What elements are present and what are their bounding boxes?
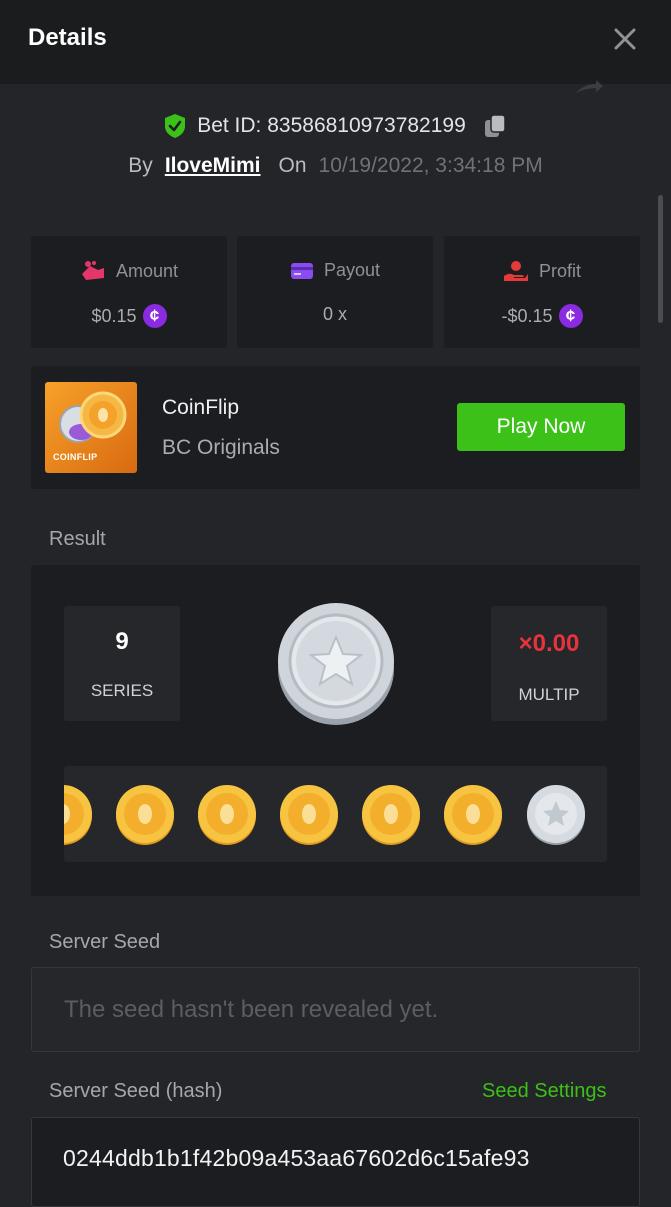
amount-icon bbox=[81, 261, 104, 280]
profit-label: Profit bbox=[538, 260, 581, 281]
gold-coin-icon bbox=[116, 785, 174, 845]
game-card: COINFLIP CoinFlip BC Originals Play Now bbox=[31, 366, 640, 489]
profit-card: Profit -$0.15 ¢ bbox=[444, 236, 640, 348]
gold-coin-icon bbox=[280, 785, 338, 845]
profit-icon bbox=[503, 261, 528, 281]
currency-coin-icon: ¢ bbox=[142, 304, 167, 328]
result-label: Result bbox=[49, 528, 106, 550]
series-value: 9 bbox=[115, 628, 129, 655]
bet-id: Bet ID: 83586810973782199 bbox=[197, 114, 466, 137]
gold-coin-icon bbox=[64, 785, 92, 845]
coin-history-strip bbox=[64, 766, 607, 862]
series-label: SERIES bbox=[90, 681, 154, 700]
thumbnail-label: COINFLIP bbox=[53, 452, 98, 462]
close-icon[interactable] bbox=[610, 24, 640, 54]
copy-icon[interactable] bbox=[482, 113, 508, 139]
payout-value: 0 x bbox=[322, 304, 347, 324]
amount-label: Amount bbox=[115, 260, 179, 281]
game-name[interactable]: CoinFlip bbox=[162, 396, 239, 420]
multiplier-box: ×0.00 MULTIP bbox=[491, 606, 607, 721]
amount-value: $0.15 bbox=[91, 305, 137, 326]
game-thumbnail[interactable]: COINFLIP bbox=[45, 382, 137, 473]
multiplier-label: MULTIP bbox=[518, 685, 580, 704]
verified-shield-icon bbox=[165, 114, 186, 138]
gold-coin-icon bbox=[444, 785, 502, 845]
silver-coin-icon bbox=[527, 785, 585, 845]
server-seed-hash-value: 0244ddb1b1f42b09a453aa67602d6c15afe93 bbox=[63, 1145, 530, 1171]
coinflip-logo-icon bbox=[59, 391, 127, 443]
server-seed-hash-label: Server Seed (hash) bbox=[49, 1080, 223, 1102]
seed-settings-link[interactable]: Seed Settings bbox=[482, 1080, 607, 1103]
currency-coin-icon: ¢ bbox=[558, 304, 583, 328]
server-seed-hash-field[interactable]: 0244ddb1b1f42b09a453aa67602d6c15afe93 bbox=[31, 1117, 640, 1207]
bet-owner-row: By IloveMimi On 10/19/2022, 3:34:18 PM bbox=[0, 151, 671, 181]
bet-id-row: Bet ID: 83586810973782199 bbox=[0, 111, 671, 141]
page-title: Details bbox=[28, 24, 107, 51]
server-seed-label: Server Seed bbox=[49, 931, 161, 953]
user-link[interactable]: IloveMimi bbox=[165, 154, 261, 178]
server-seed-placeholder: The seed hasn't been revealed yet. bbox=[64, 996, 439, 1023]
bet-date: 10/19/2022, 3:34:18 PM bbox=[318, 154, 543, 177]
silver-star-coin-icon bbox=[278, 603, 394, 725]
by-label: By bbox=[128, 154, 153, 177]
multiplier-value: ×0.00 bbox=[518, 630, 580, 657]
payout-label: Payout bbox=[323, 260, 381, 280]
on-label: On bbox=[278, 154, 307, 177]
gold-coin-icon bbox=[362, 785, 420, 845]
header-bar: Details bbox=[0, 0, 671, 84]
scrollbar[interactable] bbox=[658, 195, 663, 323]
play-now-button[interactable]: Play Now bbox=[457, 403, 625, 451]
game-provider: BC Originals bbox=[162, 436, 280, 459]
payout-card: Payout 0 x bbox=[237, 236, 433, 348]
result-panel: 9 SERIES ×0.00 MULTIP bbox=[31, 565, 640, 896]
server-seed-field[interactable]: The seed hasn't been revealed yet. bbox=[31, 967, 640, 1052]
payout-icon bbox=[290, 262, 313, 279]
amount-card: Amount $0.15 ¢ bbox=[31, 236, 227, 348]
profit-value: -$0.15 bbox=[501, 305, 553, 326]
gold-coin-icon bbox=[198, 785, 256, 845]
share-icon[interactable] bbox=[574, 80, 604, 94]
series-box: 9 SERIES bbox=[64, 606, 180, 721]
